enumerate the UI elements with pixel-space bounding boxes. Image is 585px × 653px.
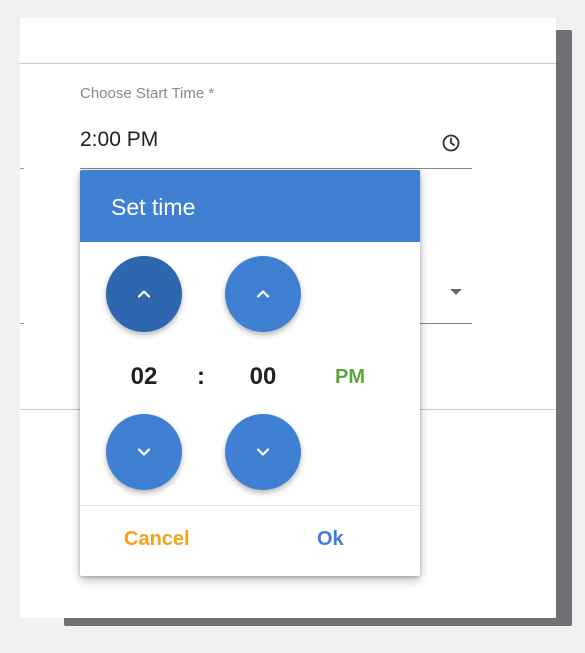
am-pm-toggle[interactable]: PM bbox=[335, 366, 365, 389]
picker-footer-divider bbox=[80, 505, 420, 506]
left-edge-mark bbox=[20, 323, 24, 324]
left-edge-mark bbox=[20, 168, 24, 169]
chevron-up-icon bbox=[256, 290, 270, 298]
time-picker-header: Set time bbox=[80, 170, 420, 242]
start-time-input[interactable]: 2:00 PM bbox=[80, 128, 158, 152]
time-picker-title: Set time bbox=[111, 194, 196, 220]
clock-icon[interactable] bbox=[441, 133, 461, 153]
cancel-button[interactable]: Cancel bbox=[124, 528, 190, 551]
minute-increment-button[interactable] bbox=[225, 256, 301, 332]
ok-button[interactable]: Ok bbox=[317, 528, 344, 551]
hour-value: 02 bbox=[130, 363, 158, 390]
hour-increment-button[interactable] bbox=[106, 256, 182, 332]
chevron-up-icon bbox=[137, 290, 151, 298]
minute-decrement-button[interactable] bbox=[225, 414, 301, 490]
time-separator: : bbox=[197, 363, 205, 390]
minute-value: 00 bbox=[249, 363, 277, 390]
time-picker-dialog: Set time 02 : 00 PM Cancel Ok bbox=[80, 170, 420, 576]
start-time-underline bbox=[80, 168, 472, 169]
top-divider bbox=[20, 63, 556, 64]
hour-decrement-button[interactable] bbox=[106, 414, 182, 490]
screenshot-stage: Choose Start Time * 2:00 PM Set time 02 … bbox=[0, 0, 585, 653]
dropdown-arrow-icon[interactable] bbox=[450, 289, 462, 295]
start-time-label: Choose Start Time * bbox=[80, 85, 215, 102]
chevron-down-icon bbox=[137, 448, 151, 456]
chevron-down-icon bbox=[256, 448, 270, 456]
